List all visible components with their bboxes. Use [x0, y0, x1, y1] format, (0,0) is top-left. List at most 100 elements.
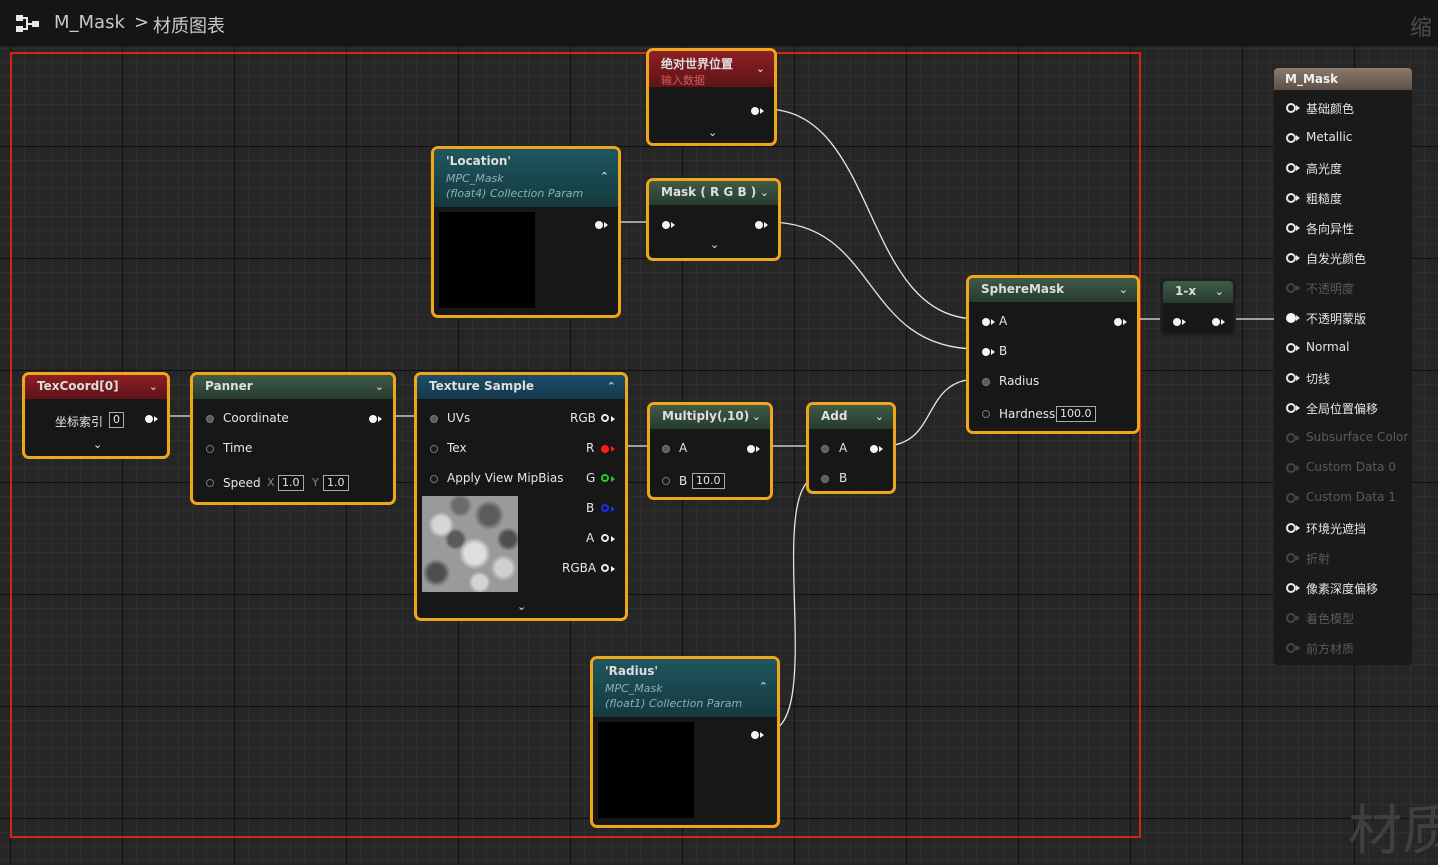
material-input-pin[interactable]: [1286, 343, 1296, 353]
output-pin[interactable]: [747, 445, 755, 453]
material-input-pin[interactable]: [1286, 133, 1296, 143]
input-pin-a[interactable]: [821, 445, 829, 453]
panner-node[interactable]: Panner ⌄ Coordinate Time Speed X 1.0 Y 1…: [190, 372, 396, 505]
input-pin-hardness[interactable]: [982, 410, 990, 418]
output-pin-g[interactable]: [601, 474, 609, 482]
chevron-down-icon[interactable]: ⌄: [375, 381, 384, 392]
chevron-down-icon[interactable]: ⌄: [710, 239, 719, 250]
one-minus-node[interactable]: 1-x ⌄: [1160, 278, 1236, 336]
chevron-down-icon[interactable]: ⌄: [752, 411, 761, 422]
chevron-up-icon[interactable]: ⌃: [600, 171, 609, 182]
speed-y-field[interactable]: 1.0: [323, 475, 349, 491]
output-pin-row[interactable]: 各向异性: [1274, 218, 1412, 238]
material-input-pin[interactable]: [1286, 103, 1296, 113]
output-pin-row[interactable]: 自发光颜色: [1274, 248, 1412, 268]
output-pin-row[interactable]: Metallic: [1274, 128, 1412, 148]
output-pin-r[interactable]: [601, 445, 609, 453]
output-pin[interactable]: [595, 221, 603, 229]
node-header[interactable]: 'Location' MPC_Mask (float4) Collection …: [434, 149, 618, 207]
output-pin-row[interactable]: 像素深度偏移: [1274, 578, 1412, 598]
chevron-down-icon[interactable]: ⌄: [708, 127, 717, 138]
input-pin-tex[interactable]: [430, 445, 438, 453]
material-input-pin[interactable]: [1286, 163, 1296, 173]
material-input-pin[interactable]: [1286, 583, 1296, 593]
material-input-pin[interactable]: [1286, 253, 1296, 263]
input-pin[interactable]: [1173, 318, 1181, 326]
chevron-down-icon[interactable]: ⌄: [517, 601, 526, 612]
node-header[interactable]: Mask ( R G B ) ⌄: [649, 181, 778, 205]
node-header[interactable]: 'Radius' MPC_Mask (float1) Collection Pa…: [593, 659, 777, 717]
chevron-down-icon[interactable]: ⌄: [93, 439, 102, 450]
output-pin-row[interactable]: 不透明蒙版: [1274, 308, 1412, 328]
node-header[interactable]: Multiply(,10) ⌄: [650, 405, 770, 429]
output-pin[interactable]: [1114, 318, 1122, 326]
input-pin-uvs[interactable]: [430, 415, 438, 423]
output-pin-row[interactable]: 切线: [1274, 368, 1412, 388]
spheremask-node[interactable]: SphereMask ⌄ A B Radius Hardness 100.0: [966, 275, 1140, 434]
material-input-pin[interactable]: [1286, 313, 1296, 323]
output-pin-row[interactable]: 高光度: [1274, 158, 1412, 178]
texcoord-node[interactable]: TexCoord[0] ⌄ 坐标索引 0 ⌄: [22, 372, 170, 459]
node-header[interactable]: 绝对世界位置 输入数据 ⌄: [649, 51, 774, 87]
node-header[interactable]: Panner ⌄: [193, 375, 393, 399]
speed-x-field[interactable]: 1.0: [278, 475, 304, 491]
input-pin-time[interactable]: [206, 445, 214, 453]
output-pin-rgba[interactable]: [601, 564, 609, 572]
input-pin[interactable]: [662, 221, 670, 229]
input-pin-coordinate[interactable]: [206, 415, 214, 423]
node-header[interactable]: Texture Sample ⌃: [417, 375, 625, 399]
material-output-node[interactable]: M_Mask 基础颜色 Metallic 高光度 粗糙度 各向异性 自发光颜色 不透明度 不透…: [1274, 68, 1412, 665]
output-pin[interactable]: [870, 445, 878, 453]
texture-sample-node[interactable]: Texture Sample ⌃ UVs RGB Tex R Apply Vie…: [414, 372, 628, 621]
output-pin-row[interactable]: 基础颜色: [1274, 98, 1412, 118]
material-input-pin[interactable]: [1286, 523, 1296, 533]
output-pin[interactable]: [369, 415, 377, 423]
location-collection-param-node[interactable]: 'Location' MPC_Mask (float4) Collection …: [431, 146, 621, 318]
chevron-down-icon[interactable]: ⌄: [149, 381, 158, 392]
output-pin-a[interactable]: [601, 534, 609, 542]
input-pin-a[interactable]: [982, 318, 990, 326]
output-pin[interactable]: [145, 415, 153, 423]
input-pin-a[interactable]: [662, 445, 670, 453]
chevron-down-icon[interactable]: ⌄: [1119, 284, 1128, 295]
chevron-down-icon[interactable]: ⌄: [1215, 286, 1224, 297]
output-pin[interactable]: [751, 107, 759, 115]
node-header[interactable]: SphereMask ⌄: [969, 278, 1137, 302]
chevron-up-icon[interactable]: ⌃: [607, 381, 616, 392]
node-header[interactable]: Add ⌄: [809, 405, 893, 429]
add-node[interactable]: Add ⌄ A B: [806, 402, 896, 494]
node-header[interactable]: TexCoord[0] ⌄: [25, 375, 167, 399]
hardness-value-field[interactable]: 100.0: [1056, 406, 1096, 422]
coordinate-index-field[interactable]: 0: [109, 412, 124, 428]
mask-rgb-node[interactable]: Mask ( R G B ) ⌄ ⌄: [646, 178, 781, 261]
chevron-down-icon[interactable]: ⌄: [875, 411, 884, 422]
output-pin[interactable]: [1212, 318, 1220, 326]
input-pin-mipbias[interactable]: [430, 475, 438, 483]
output-pin-row[interactable]: 环境光遮挡: [1274, 518, 1412, 538]
node-header[interactable]: 1-x ⌄: [1163, 281, 1233, 303]
input-pin-radius[interactable]: [982, 378, 990, 386]
chevron-up-icon[interactable]: ⌃: [759, 681, 768, 692]
input-pin-b[interactable]: [821, 475, 829, 483]
output-pin-row[interactable]: 全局位置偏移: [1274, 398, 1412, 418]
multiply-node[interactable]: Multiply(,10) ⌄ A B 10.0: [647, 402, 773, 500]
node-header[interactable]: M_Mask: [1274, 68, 1412, 90]
output-pin[interactable]: [751, 731, 759, 739]
absolute-world-position-node[interactable]: 绝对世界位置 输入数据 ⌄ ⌄: [646, 48, 777, 146]
material-input-pin[interactable]: [1286, 373, 1296, 383]
output-pin-row[interactable]: Normal: [1274, 338, 1412, 358]
chevron-down-icon[interactable]: ⌄: [756, 63, 765, 74]
chevron-down-icon[interactable]: ⌄: [760, 187, 769, 198]
material-input-pin[interactable]: [1286, 403, 1296, 413]
input-pin-b[interactable]: [982, 348, 990, 356]
output-pin-rgb[interactable]: [601, 414, 609, 422]
input-pin-speed[interactable]: [206, 479, 214, 487]
multiply-b-value-field[interactable]: 10.0: [692, 473, 725, 489]
radius-collection-param-node[interactable]: 'Radius' MPC_Mask (float1) Collection Pa…: [590, 656, 780, 828]
material-input-pin[interactable]: [1286, 223, 1296, 233]
output-pin-row[interactable]: 粗糙度: [1274, 188, 1412, 208]
output-pin[interactable]: [755, 221, 763, 229]
material-input-pin[interactable]: [1286, 193, 1296, 203]
output-pin-b[interactable]: [601, 504, 609, 512]
input-pin-b[interactable]: [662, 477, 670, 485]
